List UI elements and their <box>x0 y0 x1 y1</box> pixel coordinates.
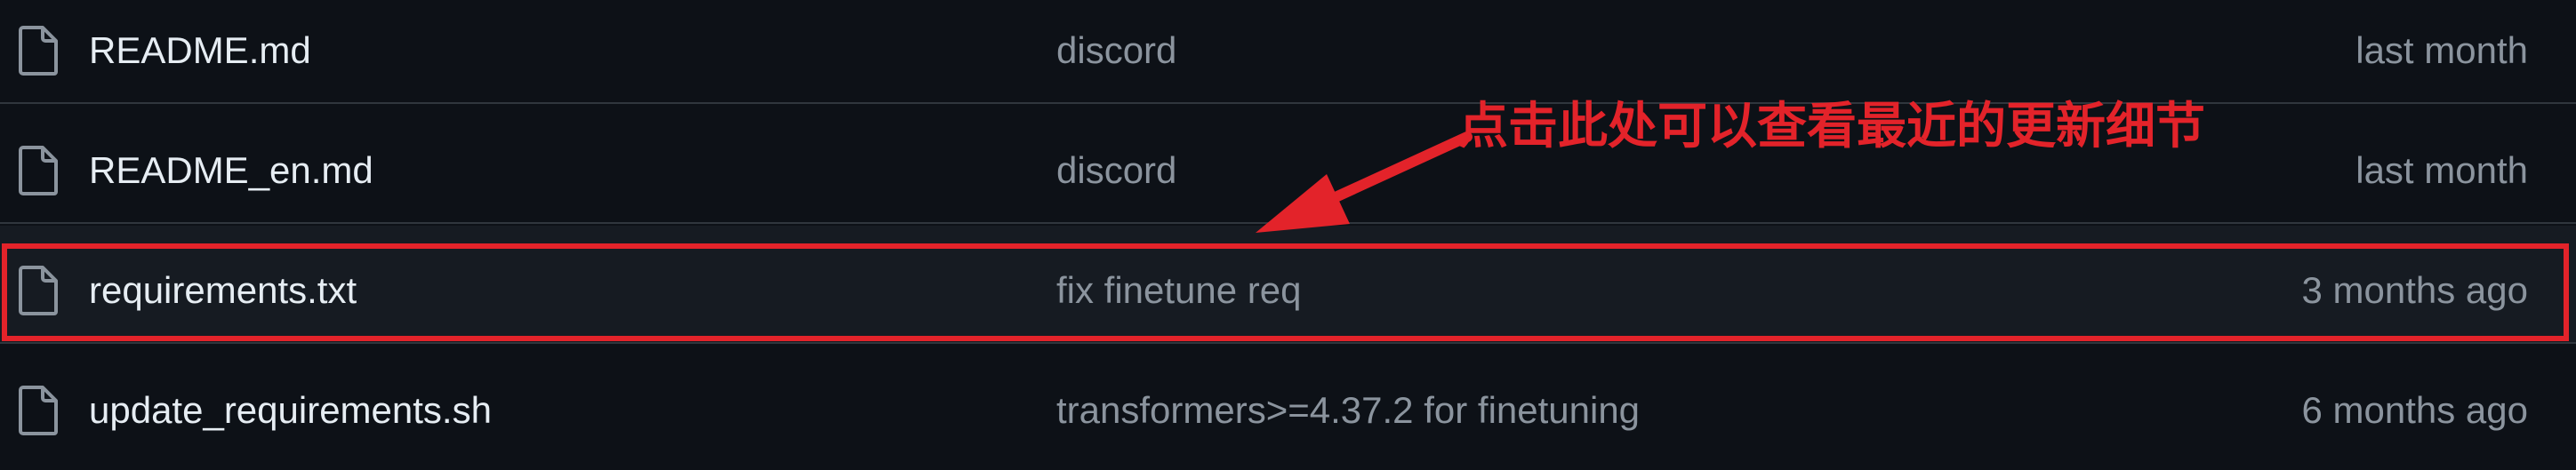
file-icon <box>18 145 59 196</box>
file-icon <box>18 25 59 76</box>
file-name-link[interactable]: README.md <box>89 28 311 73</box>
annotation-text: 点击此处可以查看最近的更新细节 <box>1458 98 2205 155</box>
commit-message-link[interactable]: discord <box>1056 28 1176 73</box>
commit-message-link[interactable]: fix finetune req <box>1056 268 1302 313</box>
commit-message-link[interactable]: transformers>=4.37.2 for finetuning <box>1056 388 1640 433</box>
commit-date: last month <box>2355 29 2528 71</box>
file-row[interactable]: requirements.txt fix finetune req 3 mont… <box>0 226 2576 344</box>
file-name-link[interactable]: README_en.md <box>89 148 373 193</box>
file-list-table: README.md discord last month README_en.m… <box>0 0 2576 450</box>
commit-date: 6 months ago <box>2301 389 2528 431</box>
file-name-link[interactable]: update_requirements.sh <box>89 388 492 433</box>
file-row[interactable]: README.md discord last month <box>0 0 2576 104</box>
file-row[interactable]: update_requirements.sh transformers>=4.3… <box>0 346 2576 470</box>
commit-message-link[interactable]: discord <box>1056 148 1176 193</box>
file-name-link[interactable]: requirements.txt <box>89 268 357 313</box>
commit-date: 3 months ago <box>2301 269 2528 311</box>
file-icon <box>18 265 59 316</box>
commit-date: last month <box>2355 149 2528 191</box>
file-icon <box>18 385 59 436</box>
